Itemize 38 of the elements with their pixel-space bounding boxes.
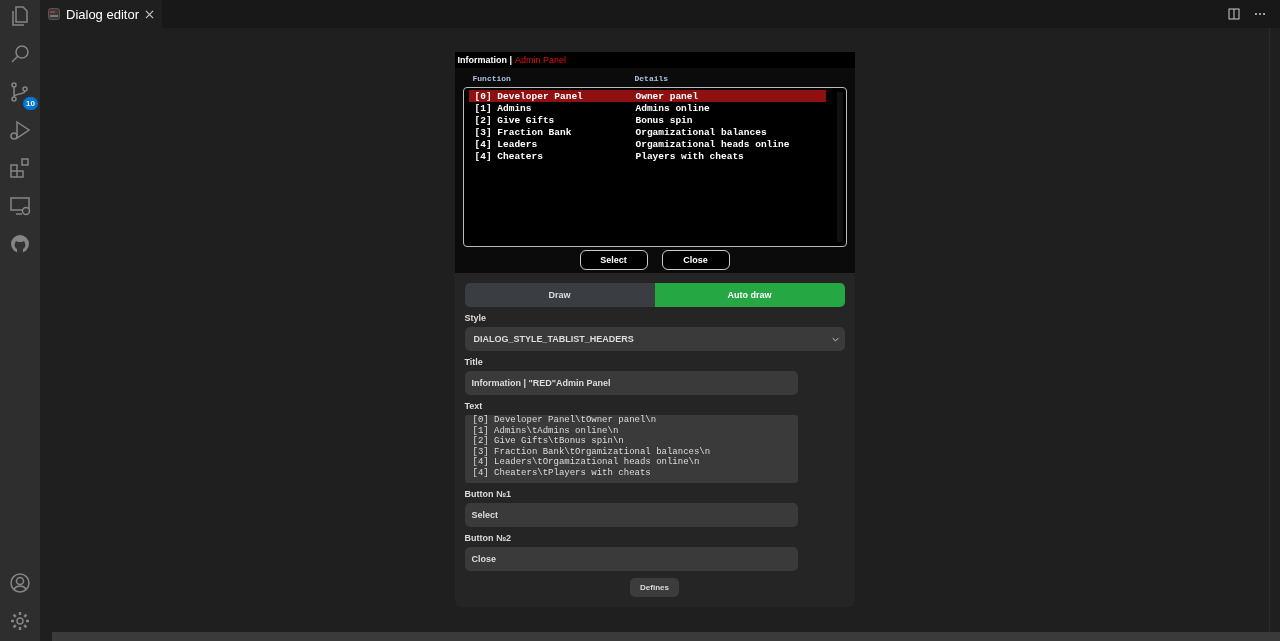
- horizontal-scrollbar[interactable]: [52, 632, 1280, 641]
- editor-tab[interactable]: Dialog editor: [40, 0, 162, 28]
- list-row[interactable]: [2] Give Gifts Bonus spin: [468, 114, 826, 126]
- defines-button[interactable]: Defines: [630, 578, 679, 597]
- draw-mode-toggle[interactable]: Draw: [464, 283, 655, 307]
- dialog-icon: [48, 8, 60, 20]
- title-input[interactable]: Information | "RED"Admin Panel: [464, 371, 798, 395]
- changes-count-badge: 10: [23, 97, 38, 110]
- dialog-title: Information |: [457, 55, 512, 65]
- chevron-down-icon: [831, 336, 839, 342]
- extensions-icon[interactable]: [8, 156, 32, 180]
- button-text-input[interactable]: Close: [464, 547, 798, 571]
- tab-label: Dialog editor: [66, 6, 139, 22]
- list-row[interactable]: [1] Admins Admins online: [468, 102, 826, 114]
- dialog-button[interactable]: Close: [661, 250, 730, 270]
- button-text-input[interactable]: Select: [464, 503, 798, 527]
- list-row[interactable]: [3] Fraction Bank Orgamizational balances: [468, 126, 826, 138]
- split-editor-icon[interactable]: [1228, 8, 1240, 20]
- dialog-button[interactable]: Select: [579, 250, 648, 270]
- text-area[interactable]: [0] Developer Panel\tOwner panel\n [1] Admins\tAdmins online\n [2] Give Gifts\tBonus spin\n [3] Fraction Bank\tOrgamizational balances\n [4] Leaders\tOrgamizational heads online\n [4] Cheaters\tPlayers with cheats: [464, 415, 798, 483]
- field-label: Button №2: [464, 533, 513, 543]
- remote-monitor-icon[interactable]: [8, 194, 32, 218]
- field-label: Text: [464, 401, 484, 411]
- settings-icon[interactable]: [8, 609, 32, 633]
- close-icon[interactable]: [145, 9, 154, 19]
- field-label: Button №1: [464, 489, 513, 499]
- list-row[interactable]: [0] Developer Panel Owner panel: [468, 90, 826, 102]
- account-icon[interactable]: [8, 571, 32, 595]
- style-dropdown[interactable]: DIALOG_STYLE_TABLIST_HEADERS: [464, 327, 845, 351]
- run-debug-icon[interactable]: [8, 118, 32, 142]
- list-row[interactable]: [4] Cheaters Players with cheats: [468, 150, 826, 162]
- column-header: Function: [472, 74, 512, 85]
- dialog-title-accent: Admin Panel: [515, 55, 567, 65]
- github-icon[interactable]: [8, 232, 32, 256]
- field-label: Style: [464, 313, 487, 323]
- list-row[interactable]: [4] Leaders Orgamizational heads online: [468, 138, 826, 150]
- column-header: Details: [634, 74, 670, 85]
- field-label: Title: [464, 357, 484, 367]
